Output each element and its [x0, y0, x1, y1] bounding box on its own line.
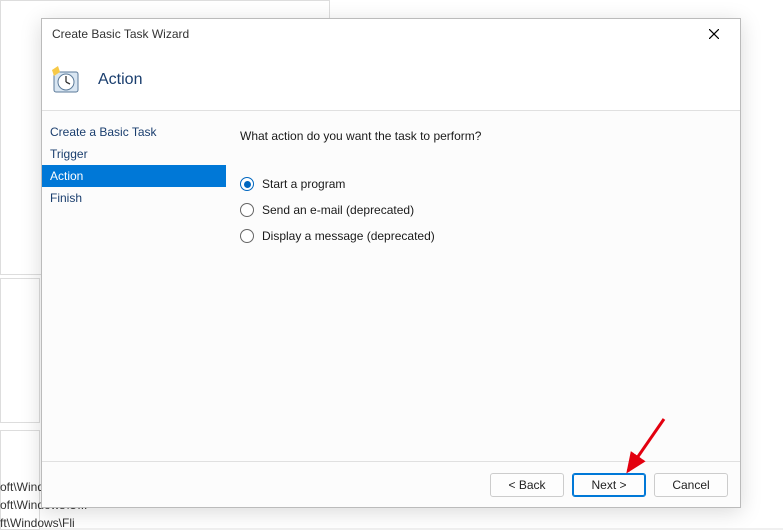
option-send-email[interactable]: Send an e-mail (deprecated)	[240, 203, 726, 217]
radio-label: Start a program	[262, 177, 345, 191]
radio-label: Display a message (deprecated)	[262, 229, 435, 243]
wizard-sidebar: Create a Basic Task Trigger Action Finis…	[42, 111, 226, 461]
sidebar-item-finish[interactable]: Finish	[42, 187, 226, 209]
radio-icon	[240, 203, 254, 217]
cancel-button[interactable]: Cancel	[654, 473, 728, 497]
next-button[interactable]: Next >	[572, 473, 646, 497]
prompt-text: What action do you want the task to perf…	[240, 129, 726, 143]
sidebar-item-action[interactable]: Action	[42, 165, 226, 187]
titlebar: Create Basic Task Wizard	[42, 19, 740, 49]
sidebar-item-trigger[interactable]: Trigger	[42, 143, 226, 165]
radio-icon	[240, 177, 254, 191]
wizard-header: Action	[42, 49, 740, 111]
sidebar-item-create-basic-task[interactable]: Create a Basic Task	[42, 121, 226, 143]
close-button[interactable]	[696, 20, 732, 48]
radio-icon	[240, 229, 254, 243]
close-icon	[709, 29, 719, 39]
back-button[interactable]: < Back	[490, 473, 564, 497]
option-display-message[interactable]: Display a message (deprecated)	[240, 229, 726, 243]
wizard-body: Create a Basic Task Trigger Action Finis…	[42, 111, 740, 461]
radio-label: Send an e-mail (deprecated)	[262, 203, 414, 217]
option-start-program[interactable]: Start a program	[240, 177, 726, 191]
dialog-title: Create Basic Task Wizard	[52, 27, 189, 41]
wizard-step-title: Action	[98, 71, 142, 89]
bg-panel	[0, 278, 40, 423]
wizard-footer: < Back Next > Cancel	[42, 461, 740, 507]
wizard-content: What action do you want the task to perf…	[226, 111, 740, 461]
wizard-dialog: Create Basic Task Wizard Action Create a…	[41, 18, 741, 508]
clock-wizard-icon	[50, 64, 82, 96]
